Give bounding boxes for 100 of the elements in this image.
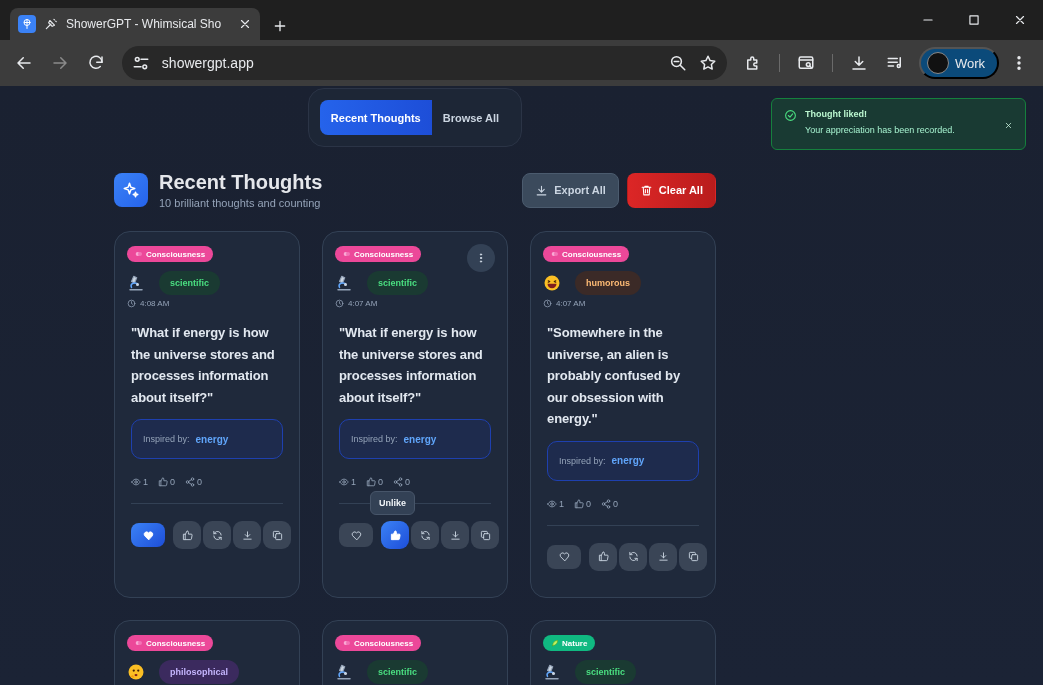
clock-icon bbox=[335, 299, 344, 308]
new-tab-icon[interactable] bbox=[272, 18, 288, 34]
share-count: 0 bbox=[613, 498, 619, 509]
download-button[interactable] bbox=[233, 521, 261, 549]
copy-button[interactable] bbox=[263, 521, 291, 549]
page-subtitle: 10 brilliant thoughts and counting bbox=[159, 197, 322, 209]
share-count: 0 bbox=[197, 477, 203, 487]
like-button[interactable] bbox=[173, 521, 201, 549]
view-count: 1 bbox=[143, 477, 148, 487]
copy-icon bbox=[271, 529, 283, 541]
tab-title: ShowerGPT - Whimsical Sho bbox=[66, 17, 223, 31]
heart-icon bbox=[142, 529, 154, 541]
site-settings-icon[interactable] bbox=[131, 54, 150, 72]
category-tag: Consciousness bbox=[543, 246, 630, 262]
toast-title: Thought liked! bbox=[805, 109, 868, 119]
browser-tab[interactable]: ShowerGPT - Whimsical Sho bbox=[10, 8, 260, 40]
category-tag: Nature bbox=[543, 635, 596, 651]
share-icon bbox=[393, 477, 404, 487]
tab-search-icon[interactable] bbox=[797, 54, 815, 72]
zoom-icon[interactable] bbox=[669, 54, 688, 72]
clock-icon bbox=[127, 299, 136, 308]
profile-button[interactable]: Work bbox=[918, 47, 999, 79]
microscope-icon bbox=[335, 274, 353, 292]
category-tag: Consciousness bbox=[335, 246, 422, 262]
tone-tag: scientific bbox=[159, 271, 220, 295]
check-circle-icon bbox=[784, 109, 797, 122]
tone-tag: scientific bbox=[367, 271, 428, 295]
address-bar[interactable]: showergpt.app bbox=[121, 46, 728, 80]
thought-text: "What if energy is how the universe stores and processes information about itself?" bbox=[339, 324, 484, 407]
download-button[interactable] bbox=[649, 542, 677, 571]
grinning-face-icon bbox=[543, 274, 561, 292]
url-text: showergpt.app bbox=[161, 55, 255, 71]
close-icon[interactable] bbox=[238, 17, 252, 31]
like-button[interactable] bbox=[381, 521, 409, 549]
remix-button[interactable] bbox=[619, 542, 647, 571]
refresh-icon bbox=[211, 529, 223, 541]
thumbs-up-icon bbox=[366, 477, 376, 487]
back-arrow-icon[interactable] bbox=[14, 54, 33, 72]
reload-icon[interactable] bbox=[86, 54, 105, 72]
like-count: 0 bbox=[170, 477, 176, 487]
avatar bbox=[926, 52, 949, 74]
eye-icon bbox=[547, 498, 557, 509]
category-tag: Consciousness bbox=[127, 635, 214, 651]
inspired-label: Inspired by: bbox=[351, 434, 398, 444]
download-icon bbox=[535, 183, 549, 197]
timestamp: 4:08 AM bbox=[140, 299, 170, 308]
thumbs-up-icon bbox=[389, 529, 401, 541]
microscope-icon bbox=[543, 663, 561, 681]
view-tab[interactable]: Recent Thoughts bbox=[319, 100, 432, 135]
inspiration-keyword: energy bbox=[403, 433, 437, 445]
refresh-icon bbox=[419, 529, 431, 541]
clock-icon bbox=[543, 299, 552, 308]
thumbs-up-icon bbox=[158, 477, 168, 487]
shower-head-icon bbox=[44, 17, 58, 31]
page-title: Recent Thoughts bbox=[159, 171, 324, 194]
remix-button[interactable] bbox=[411, 521, 439, 549]
like-button[interactable] bbox=[589, 542, 617, 571]
tooltip: Unlike bbox=[370, 491, 415, 515]
worried-face-icon bbox=[127, 663, 145, 681]
thumbs-up-icon bbox=[597, 551, 609, 562]
remix-button[interactable] bbox=[203, 521, 231, 549]
microscope-icon bbox=[127, 274, 145, 292]
timestamp: 4:07 AM bbox=[348, 299, 378, 308]
download-icon[interactable] bbox=[849, 54, 868, 72]
tone-tag: scientific bbox=[367, 660, 428, 684]
copy-icon bbox=[479, 529, 491, 541]
maximize-icon[interactable] bbox=[967, 13, 981, 27]
toast-message: Your appreciation has been recorded. bbox=[805, 125, 956, 135]
tone-tag: philosophical bbox=[159, 660, 239, 684]
download-button[interactable] bbox=[441, 521, 469, 549]
thumbs-up-icon bbox=[574, 498, 584, 509]
microscope-icon bbox=[335, 663, 353, 681]
view-count: 1 bbox=[351, 477, 356, 487]
trash-icon bbox=[639, 183, 653, 197]
eye-icon bbox=[131, 477, 141, 487]
like-count: 0 bbox=[586, 498, 592, 509]
thumbs-up-icon bbox=[181, 529, 193, 541]
eye-icon bbox=[339, 477, 349, 487]
like-count: 0 bbox=[378, 477, 384, 487]
timestamp: 4:07 AM bbox=[556, 299, 586, 308]
tone-tag: scientific bbox=[575, 660, 636, 684]
category-tag: Consciousness bbox=[127, 246, 214, 262]
export-all-button[interactable]: Export All bbox=[522, 172, 619, 208]
tone-tag: humorous bbox=[575, 271, 641, 295]
category-tag: Consciousness bbox=[335, 635, 422, 651]
copy-button[interactable] bbox=[679, 542, 707, 571]
close-icon[interactable] bbox=[1013, 13, 1027, 27]
clear-all-button[interactable]: Clear All bbox=[626, 172, 716, 208]
close-icon[interactable] bbox=[1004, 121, 1013, 130]
bookmark-star-icon[interactable] bbox=[699, 54, 718, 72]
heart-icon bbox=[350, 529, 362, 541]
inspiration-keyword: energy bbox=[611, 455, 645, 466]
app-favicon-icon bbox=[18, 15, 36, 33]
inspiration-keyword: energy bbox=[195, 433, 229, 445]
share-count: 0 bbox=[405, 477, 411, 487]
copy-button[interactable] bbox=[471, 521, 499, 549]
favorite-button[interactable] bbox=[131, 523, 165, 547]
inspired-label: Inspired by: bbox=[559, 455, 606, 466]
view-tab[interactable]: Browse All bbox=[431, 100, 511, 135]
inspired-label: Inspired by: bbox=[143, 434, 190, 444]
